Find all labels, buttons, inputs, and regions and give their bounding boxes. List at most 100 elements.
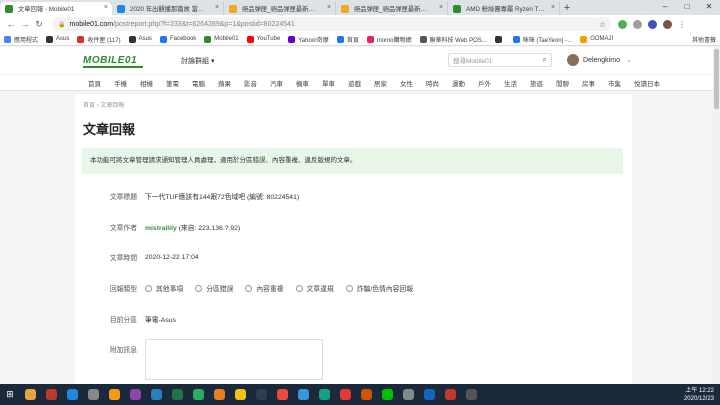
radio-circle[interactable]: [145, 284, 152, 292]
windows-start-icon[interactable]: ⊞: [0, 384, 20, 405]
taskbar-app-icon[interactable]: [461, 384, 482, 405]
category-nav-item[interactable]: 機車: [296, 78, 309, 88]
extra-message-textarea[interactable]: [145, 339, 323, 380]
taskbar-app-icon[interactable]: [293, 384, 314, 405]
category-nav-item[interactable]: 影音: [244, 78, 257, 88]
category-nav-item[interactable]: 相機: [140, 78, 153, 88]
report-type-radio[interactable]: 分區錯誤: [195, 283, 233, 293]
report-type-radio[interactable]: 內容重複: [245, 283, 284, 293]
taskbar-app-icon[interactable]: [209, 384, 230, 405]
new-tab-button[interactable]: +: [560, 2, 574, 15]
category-nav-item[interactable]: 汽車: [270, 78, 283, 88]
browser-tab[interactable]: 絕品弹匣_絕品弹匣最新電节_絕品弹匣小说 ×: [336, 2, 448, 15]
breadcrumb[interactable]: 首頁 › 文章回報: [83, 100, 124, 109]
close-tab-icon[interactable]: ×: [551, 4, 555, 11]
category-nav-item[interactable]: 筆電: [166, 78, 179, 88]
browser-tab[interactable]: 絕品弹匣_絕品弹匣最新電节_发 ×: [224, 2, 336, 15]
back-arrow-icon[interactable]: ←: [4, 19, 18, 29]
category-nav-item[interactable]: 房事: [582, 78, 595, 88]
search-icon[interactable]: ⌕: [543, 55, 547, 65]
category-nav-item[interactable]: 居家: [374, 78, 387, 88]
report-type-radio[interactable]: 文章違規: [295, 283, 334, 293]
taskbar-app-icon[interactable]: [314, 384, 335, 405]
category-nav-item[interactable]: 悅讀日本: [634, 78, 660, 88]
taskbar-app-icon[interactable]: [335, 384, 356, 405]
taskbar-app-icon[interactable]: [251, 384, 272, 405]
maximize-icon[interactable]: □: [676, 0, 698, 15]
address-bar[interactable]: 🔒 mobile01.com/postreport.php?f=233&t=62…: [52, 17, 612, 31]
category-nav-item[interactable]: 單車: [322, 78, 335, 88]
bookmark-item[interactable]: 首頁: [336, 35, 359, 44]
category-nav-item[interactable]: 首頁: [88, 78, 101, 88]
user-menu[interactable]: Delengkimo ⌄: [567, 54, 632, 66]
taskbar-app-icon[interactable]: [62, 384, 83, 405]
bookmark-item[interactable]: Asus: [128, 35, 152, 43]
taskbar-app-icon[interactable]: [41, 384, 62, 405]
star-icon[interactable]: ☆: [599, 20, 606, 29]
site-logo[interactable]: MOBILE01: [83, 55, 137, 66]
bookmark-item[interactable]: momo購物網: [366, 35, 412, 44]
taskbar-app-icon[interactable]: [188, 384, 209, 405]
page-scrollbar[interactable]: [713, 47, 720, 384]
bookmark-item[interactable]: Facebook: [159, 35, 196, 43]
minimize-icon[interactable]: –: [654, 0, 676, 15]
taskbar-app-icon[interactable]: [125, 384, 146, 405]
taskbar-app-icon[interactable]: [104, 384, 125, 405]
bookmark-item[interactable]: GOMAJI: [580, 35, 613, 43]
category-nav-item[interactable]: 閒聊: [556, 78, 569, 88]
report-type-radio[interactable]: 其他事項: [145, 283, 183, 293]
taskbar-app-icon[interactable]: [20, 384, 41, 405]
bookmark-item[interactable]: 應用程式: [4, 35, 38, 44]
bookmark-item[interactable]: 咪咪 (TaeYeon) -...: [512, 35, 572, 44]
bookmark-item[interactable]: Mobile01: [204, 35, 239, 43]
profile-avatar-icon[interactable]: [663, 19, 672, 29]
author-link[interactable]: mistrallily (來自: 223.136.?.92): [145, 222, 240, 232]
other-bookmarks[interactable]: 其他書籤: [692, 35, 716, 44]
category-nav-item[interactable]: 市集: [608, 78, 621, 88]
taskbar-app-icon[interactable]: [167, 384, 188, 405]
bookmark-item[interactable]: YouTube: [246, 35, 280, 43]
bookmark-item[interactable]: Asus: [46, 35, 69, 43]
category-nav-item[interactable]: 運動: [452, 78, 465, 88]
close-icon[interactable]: ✕: [698, 0, 720, 15]
category-nav-item[interactable]: 蘋果: [218, 78, 231, 88]
radio-circle[interactable]: [195, 284, 203, 292]
forum-menu-button[interactable]: 討論群組 ▾: [181, 56, 214, 66]
category-nav-item[interactable]: 手機: [114, 78, 127, 88]
taskbar-app-icon[interactable]: [230, 384, 251, 405]
bookmark-item[interactable]: [494, 35, 505, 43]
taskbar-app-icon[interactable]: [272, 384, 293, 405]
taskbar-app-icon[interactable]: [440, 384, 461, 405]
browser-tab[interactable]: 文章回報 - Mobile01 ×: [0, 2, 112, 15]
category-nav-item[interactable]: 戶外: [478, 78, 491, 88]
reload-icon[interactable]: ↻: [32, 19, 46, 30]
search-input[interactable]: 搜尋Mobile01 ⌕: [448, 53, 552, 67]
browser-tab[interactable]: 2020 年出觀播那篇故 當方網站 ×: [112, 2, 224, 15]
category-nav-item[interactable]: 時尚: [426, 78, 439, 88]
close-tab-icon[interactable]: ×: [215, 4, 219, 11]
taskbar-app-icon[interactable]: [398, 384, 419, 405]
scrollbar-thumb[interactable]: [714, 49, 719, 109]
taskbar-app-icon[interactable]: [377, 384, 398, 405]
browser-tab[interactable]: AMD 粉絲團專屬 Ryzen Thread ×: [448, 2, 560, 15]
category-nav-item[interactable]: 生活: [504, 78, 517, 88]
forward-arrow-icon[interactable]: →: [18, 19, 32, 29]
extension-icon[interactable]: [648, 19, 657, 29]
bookmark-item[interactable]: 收件匣 (117): [77, 35, 121, 44]
close-tab-icon[interactable]: ×: [327, 4, 331, 11]
radio-circle[interactable]: [295, 284, 303, 292]
radio-circle[interactable]: [345, 284, 353, 292]
category-nav-item[interactable]: 遊戲: [348, 78, 361, 88]
extension-icon[interactable]: [633, 19, 642, 29]
taskbar-app-icon[interactable]: [356, 384, 377, 405]
close-tab-icon[interactable]: ×: [104, 4, 108, 11]
menu-kebab-icon[interactable]: ⋮: [678, 20, 686, 29]
close-tab-icon[interactable]: ×: [439, 4, 443, 11]
bookmark-item[interactable]: 聯華科技 Web POS...: [419, 35, 487, 44]
radio-circle[interactable]: [245, 284, 253, 292]
extension-icon[interactable]: [618, 19, 627, 29]
report-type-radio[interactable]: 詐騙/色情內容回報: [345, 283, 413, 293]
taskbar-app-icon[interactable]: [83, 384, 104, 405]
bookmark-item[interactable]: Yahoo!奇摩: [288, 35, 329, 44]
category-nav-item[interactable]: 旅遊: [530, 78, 543, 88]
